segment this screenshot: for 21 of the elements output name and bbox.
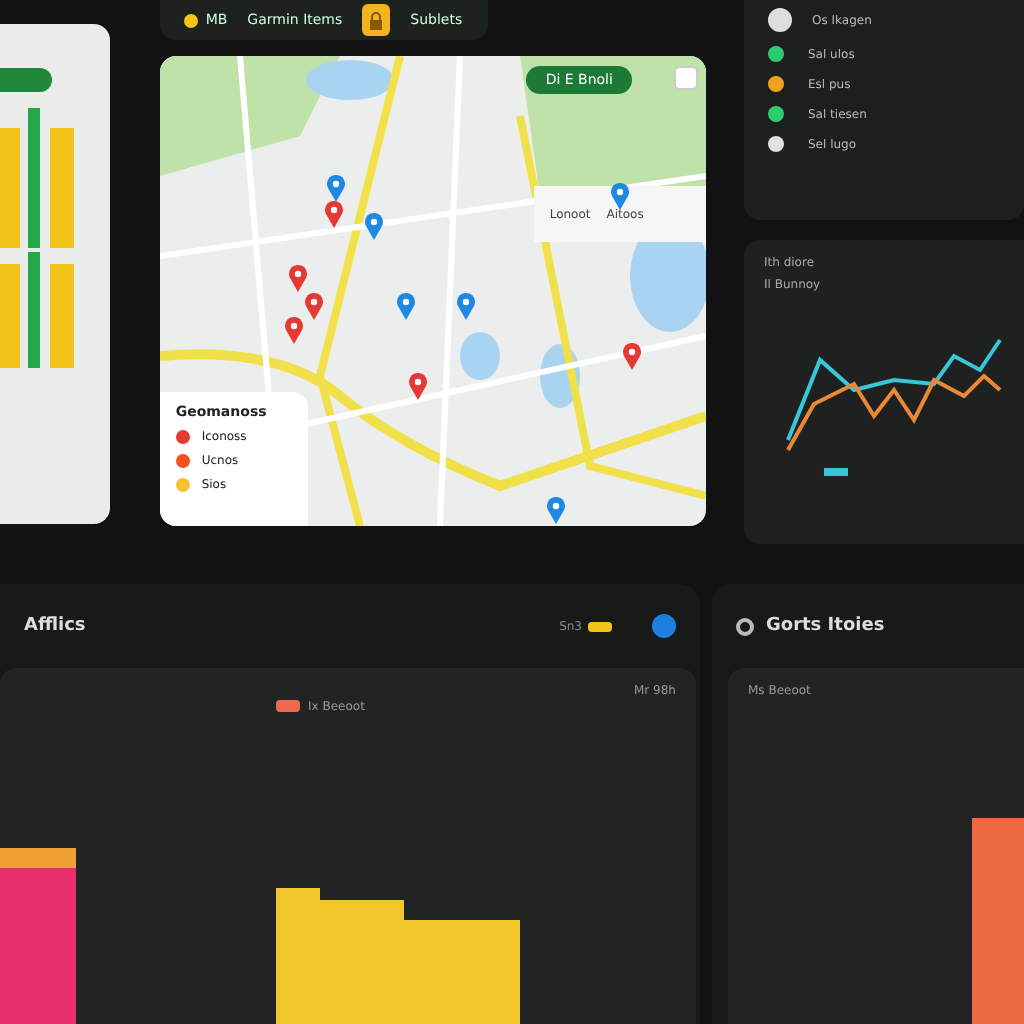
map-pin-icon[interactable] [303,292,324,320]
map-pin-icon[interactable] [621,342,642,370]
map-pin-icon[interactable] [455,292,476,320]
refresh-icon[interactable] [652,614,676,638]
avatar-icon [768,8,792,32]
pill-button[interactable] [0,68,52,92]
map-pin-icon[interactable] [609,182,630,210]
status-dot [183,13,198,27]
map-pin-icon[interactable] [545,496,566,524]
map-pin-icon[interactable] [363,212,384,240]
badge-chip [588,621,612,631]
map-pin-icon[interactable] [287,264,308,292]
map-pin-icon[interactable] [283,316,304,344]
panel-title: Gorts Itoies [766,616,885,636]
info-icon [736,617,754,635]
map-pin-icon[interactable] [407,372,428,400]
map-pin-icon[interactable] [323,200,344,228]
panel-title: Afflics [24,616,86,636]
map-pin-icon[interactable] [395,292,416,320]
map-pin-icon[interactable] [325,174,346,202]
lock-icon[interactable] [362,4,391,36]
